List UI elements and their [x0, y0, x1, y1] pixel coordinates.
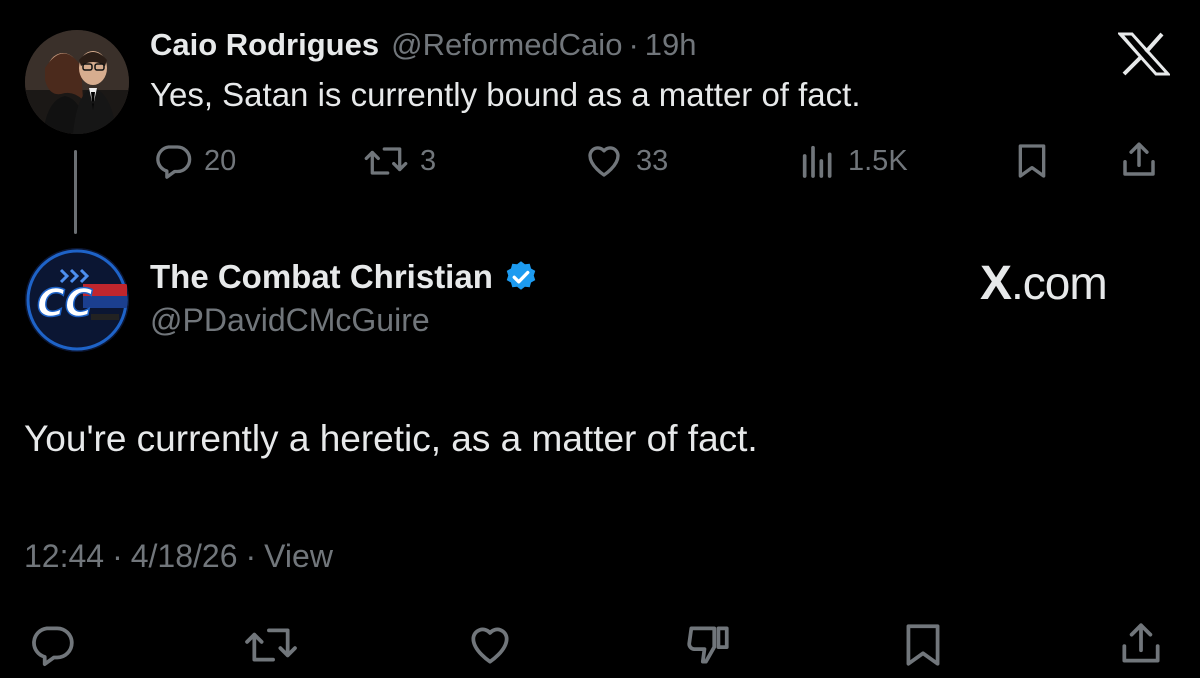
- main-author-name[interactable]: The Combat Christian: [150, 258, 493, 296]
- views-count: 1.5K: [848, 144, 908, 177]
- watermark-x: X: [980, 257, 1012, 310]
- parent-tweet-time[interactable]: 19h: [645, 27, 697, 63]
- reply-icon: [152, 140, 194, 182]
- dislike-icon[interactable]: [680, 620, 736, 670]
- parent-author-handle[interactable]: @ReformedCaio: [391, 27, 622, 63]
- x-logo-icon[interactable]: [1118, 32, 1170, 76]
- tweet-date[interactable]: 4/18/26: [131, 538, 238, 574]
- separator-dot: ·: [112, 538, 123, 574]
- views-icon: [798, 140, 838, 182]
- like-count: 33: [636, 144, 669, 177]
- parent-reply-button[interactable]: 20: [152, 140, 236, 182]
- parent-tweet-header: Caio Rodrigues @ReformedCaio · 19h: [150, 27, 697, 67]
- tweet-time[interactable]: 12:44: [24, 538, 104, 574]
- main-tweet-header: The Combat Christian: [150, 258, 539, 296]
- verified-badge-icon: [503, 259, 539, 295]
- reply-icon[interactable]: [24, 620, 80, 670]
- reply-count: 20: [204, 144, 237, 177]
- view-link[interactable]: View: [264, 538, 333, 574]
- watermark-domain: .com: [1011, 257, 1108, 309]
- main-author-handle[interactable]: @PDavidCMcGuire: [150, 302, 430, 339]
- repost-icon[interactable]: [240, 620, 302, 670]
- thread-connector-line: [74, 150, 77, 234]
- svg-text:CC: CC: [37, 281, 93, 325]
- avatar-caio-rodrigues[interactable]: [25, 30, 129, 134]
- repost-count: 3: [420, 144, 437, 177]
- share-icon[interactable]: [1116, 618, 1166, 670]
- x-com-watermark: X.com: [980, 256, 1108, 311]
- parent-like-button[interactable]: 33: [582, 140, 668, 182]
- heart-icon: [582, 140, 626, 182]
- bookmark-icon[interactable]: [1012, 140, 1052, 182]
- main-tweet-text: You're currently a heretic, as a matter …: [24, 418, 758, 459]
- tweet-meta: 12:44 · 4/18/26 · View: [24, 538, 333, 575]
- share-icon[interactable]: [1118, 138, 1160, 182]
- separator-dot: ·: [628, 27, 639, 62]
- heart-icon[interactable]: [462, 620, 518, 670]
- separator-dot: ·: [245, 538, 257, 574]
- parent-repost-button[interactable]: 3: [362, 140, 436, 182]
- avatar-combat-christian[interactable]: CC: [25, 248, 129, 352]
- repost-icon: [362, 140, 410, 182]
- parent-tweet-text: Yes, Satan is currently bound as a matte…: [150, 76, 861, 113]
- parent-views-button[interactable]: 1.5K: [798, 140, 908, 182]
- parent-author-name[interactable]: Caio Rodrigues: [150, 27, 379, 63]
- bookmark-icon[interactable]: [898, 620, 948, 670]
